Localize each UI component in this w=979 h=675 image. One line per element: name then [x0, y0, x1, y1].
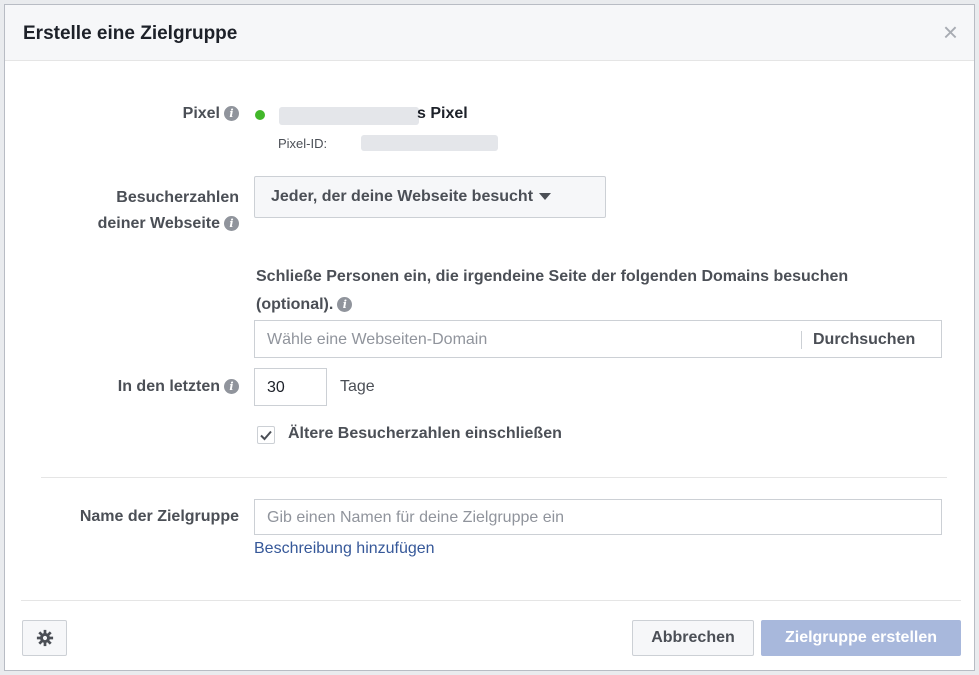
create-audience-dialog: Erstelle eine Zielgruppe × Pixel i s Pixe… [4, 4, 975, 671]
pixel-name-redacted [279, 107, 419, 125]
create-audience-button[interactable]: Zielgruppe erstellen [761, 620, 961, 656]
pixel-status-dot [255, 110, 265, 120]
audience-name-input[interactable]: Gib einen Namen für deine Zielgruppe ein [254, 499, 942, 535]
domains-description-line2: (optional). [256, 296, 334, 313]
info-icon[interactable]: i [224, 379, 239, 395]
pixel-label-wrap: Pixel i [125, 105, 239, 123]
older-visitors-checkbox[interactable] [257, 426, 275, 444]
days-label: In den letzten [117, 378, 220, 395]
dialog-title: Erstelle eine Zielgruppe [23, 23, 238, 44]
older-visitors-label: Ältere Besucherzahlen einschließen [288, 425, 562, 442]
visitors-label-line2: deiner Webseite [97, 215, 220, 232]
domains-description-line1: Schließe Personen ein, die irgendeine Se… [256, 268, 849, 285]
visitors-label: Besucherzahlen deiner Webseite i [45, 185, 239, 237]
separator [41, 477, 947, 478]
cancel-button[interactable]: Abbrechen [632, 620, 754, 656]
caret-down-icon [539, 193, 552, 201]
pixel-id-label: Pixel-ID: [278, 136, 328, 151]
days-label-wrap: In den letzten i [85, 378, 239, 396]
close-icon[interactable]: × [943, 19, 958, 45]
pixel-label: Pixel [182, 105, 220, 122]
domains-description: Schließe Personen ein, die irgendeine Se… [256, 263, 956, 319]
pixel-name-suffix: s Pixel [417, 105, 468, 122]
visitors-dropdown[interactable]: Jeder, der deine Webseite besucht [254, 176, 606, 218]
visitors-label-line1: Besucherzahlen [116, 189, 239, 206]
info-icon[interactable]: i [337, 297, 353, 313]
dialog-header: Erstelle eine Zielgruppe × [5, 5, 974, 61]
info-icon[interactable]: i [224, 106, 239, 122]
divider [801, 331, 802, 349]
domain-search-box: Wähle eine Webseiten-Domain Durchsuchen [254, 320, 942, 358]
browse-button[interactable]: Durchsuchen [813, 331, 915, 349]
days-input[interactable]: 30 [254, 368, 327, 406]
settings-button[interactable] [22, 620, 67, 656]
add-description-link[interactable]: Beschreibung hinzufügen [254, 540, 435, 558]
footer-separator [21, 600, 961, 601]
checkmark-icon [260, 430, 272, 441]
audience-name-label: Name der Zielgruppe [79, 508, 239, 525]
gear-icon [36, 629, 53, 646]
days-unit: Tage [340, 378, 375, 395]
pixel-id-redacted [361, 135, 498, 151]
info-icon[interactable]: i [224, 216, 239, 232]
visitors-dropdown-value: Jeder, der deine Webseite besucht [271, 188, 534, 205]
domain-input[interactable]: Wähle eine Webseiten-Domain [267, 331, 487, 349]
